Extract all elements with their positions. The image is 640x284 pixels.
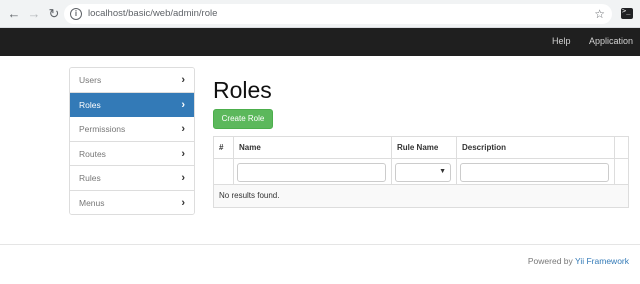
info-icon[interactable]: i	[70, 8, 82, 20]
chevron-right-icon: ›	[181, 74, 185, 86]
chevron-down-icon: ▼	[439, 168, 446, 175]
roles-grid: # Name Rule Name Description ▼ No result…	[213, 136, 629, 208]
star-icon[interactable]: ☆	[594, 6, 605, 22]
empty-row: No results found.	[214, 185, 628, 207]
footer-prefix: Powered by	[527, 256, 575, 266]
sidebar-item-rules[interactable]: Rules ›	[70, 166, 194, 191]
create-role-button[interactable]: Create Role	[213, 109, 273, 129]
back-arrow-icon[interactable]: ←	[7, 7, 21, 21]
column-header-name[interactable]: Name	[234, 137, 392, 158]
empty-message: No results found.	[219, 191, 280, 200]
reload-icon[interactable]: ↻	[47, 7, 61, 21]
column-header-description[interactable]: Description	[457, 137, 615, 158]
description-filter-input[interactable]	[460, 163, 609, 182]
sidebar-item-label: Menus	[79, 197, 105, 208]
filter-cell-name	[234, 159, 392, 184]
nav-link-help[interactable]: Help	[552, 36, 571, 46]
chevron-right-icon: ›	[181, 172, 185, 184]
forward-arrow-icon[interactable]: →	[27, 7, 41, 21]
sidebar-item-menus[interactable]: Menus ›	[70, 190, 194, 214]
filter-row: ▼	[214, 159, 628, 185]
sidebar-item-label: Routes	[79, 148, 106, 159]
sidebar-item-routes[interactable]: Routes ›	[70, 141, 194, 166]
filter-cell-description	[457, 159, 615, 184]
footer-divider	[0, 244, 640, 245]
sidebar-item-label: Permissions	[79, 124, 126, 134]
filter-cell-number	[214, 159, 234, 184]
chevron-right-icon: ›	[181, 147, 185, 160]
url-text[interactable]: localhost/basic/web/admin/role	[88, 7, 217, 21]
sidebar-item-label: Roles	[79, 99, 101, 110]
sidebar-item-label: Users	[79, 75, 102, 85]
chevron-right-icon: ›	[181, 123, 185, 135]
column-header-actions	[615, 137, 628, 158]
sidebar-item-roles[interactable]: Roles ›	[70, 92, 194, 117]
footer: Powered by Yii Framework	[528, 256, 629, 266]
column-header-rule-name[interactable]: Rule Name	[392, 137, 457, 158]
filter-cell-actions	[615, 159, 628, 184]
sidebar-item-users[interactable]: Users ›	[70, 68, 194, 93]
sidebar-menu: Users › Roles › Permissions › Routes › R…	[69, 67, 195, 215]
name-filter-input[interactable]	[237, 163, 386, 182]
sidebar-item-label: Rules	[79, 173, 101, 183]
nav-link-application[interactable]: Application	[589, 36, 633, 46]
address-bar[interactable]: i localhost/basic/web/admin/role ☆	[64, 4, 612, 24]
filter-cell-rule-name: ▼	[392, 159, 457, 184]
column-header-number[interactable]: #	[214, 137, 234, 158]
table-header-row: # Name Rule Name Description	[214, 137, 628, 159]
top-navbar: Help Application	[0, 28, 640, 56]
rule-name-filter-select[interactable]: ▼	[395, 163, 451, 182]
browser-toolbar: ← → ↻ i localhost/basic/web/admin/role ☆	[0, 0, 640, 28]
sidebar-item-permissions[interactable]: Permissions ›	[70, 117, 194, 142]
yii-framework-link[interactable]: Yii Framework	[575, 256, 629, 266]
terminal-extension-icon[interactable]	[621, 7, 633, 19]
chevron-right-icon: ›	[181, 196, 185, 209]
page-title: Roles	[213, 77, 272, 103]
chevron-right-icon: ›	[181, 98, 185, 111]
